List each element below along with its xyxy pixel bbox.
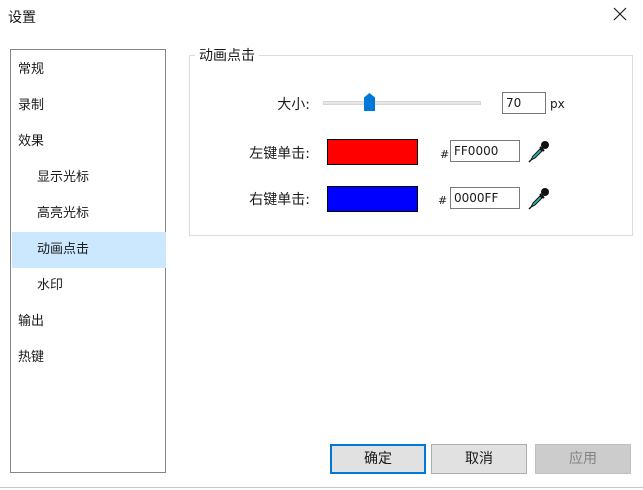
left-click-label: 左键单击:	[249, 146, 310, 162]
apply-button[interactable]: 应用	[535, 444, 631, 474]
right-click-label: 右键单击:	[249, 192, 310, 208]
right-click-hex-input[interactable]: 0000FF	[450, 187, 520, 209]
ok-button[interactable]: 确定	[330, 444, 426, 474]
left-click-hex-input[interactable]: FF0000	[450, 140, 520, 162]
window-bottom-border	[0, 487, 643, 488]
group-title: 动画点击	[195, 45, 259, 65]
eyedropper-icon[interactable]	[528, 139, 550, 163]
nav-item-highlight-cursor[interactable]: 高亮光标	[12, 196, 166, 232]
close-icon[interactable]	[612, 6, 628, 22]
eyedropper-icon[interactable]	[528, 186, 550, 210]
size-label: 大小:	[277, 97, 310, 113]
left-click-hash: #	[440, 148, 450, 161]
nav-item-recording[interactable]: 录制	[12, 88, 166, 124]
nav-item-watermark[interactable]: 水印	[12, 268, 166, 304]
nav-item-show-cursor[interactable]: 显示光标	[12, 160, 166, 196]
left-click-color-swatch[interactable]	[327, 139, 418, 165]
size-input[interactable]: 70	[502, 92, 546, 114]
nav-item-click-animation[interactable]: 动画点击	[12, 232, 166, 268]
right-click-color-swatch[interactable]	[327, 186, 418, 212]
nav-item-effects[interactable]: 效果	[12, 124, 166, 160]
nav-item-hotkeys[interactable]: 热键	[12, 340, 166, 376]
settings-nav: 常规 录制 效果 显示光标 高亮光标 动画点击 水印 输出 热键	[10, 49, 166, 473]
window-title: 设置	[8, 10, 36, 26]
right-click-hash: #	[438, 194, 448, 207]
nav-item-general[interactable]: 常规	[12, 52, 166, 88]
cancel-button[interactable]: 取消	[431, 444, 527, 474]
size-unit: px	[550, 97, 565, 111]
size-slider-track[interactable]	[323, 101, 481, 105]
nav-item-output[interactable]: 输出	[12, 304, 166, 340]
